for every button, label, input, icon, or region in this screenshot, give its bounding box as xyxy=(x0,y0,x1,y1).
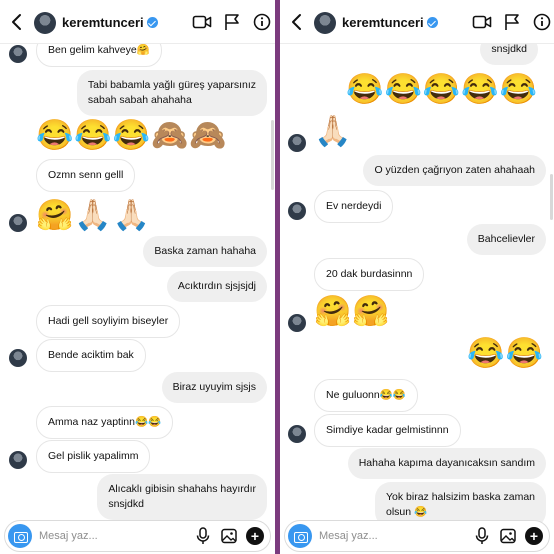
plus-icon[interactable]: + xyxy=(246,527,264,545)
message-sent[interactable]: Hahaha kapıma dayanıcaksın sandım xyxy=(347,448,546,479)
message-sent-emoji[interactable]: 😂😂😂🙈🙈 xyxy=(36,118,228,154)
emoji-text: 😂😂😂🙈🙈 xyxy=(36,119,228,152)
message-input[interactable]: Mesaj yaz... xyxy=(39,530,98,542)
message-text: Baska zaman hahaha xyxy=(143,236,267,267)
message-received[interactable]: Hadi gell soyliyim biseyler xyxy=(36,305,181,338)
message-text: Alıcaklı gibisin shahahs hayırdır snsjdk… xyxy=(97,474,267,520)
emoji-text: 🙏🏻 xyxy=(314,115,353,148)
message-received[interactable]: Bende aciktim bak xyxy=(36,339,146,372)
chat-panel-left: keremtunceri Ben gelim kahveye🤗 Tabi bab… xyxy=(0,0,275,554)
message-list[interactable]: Ben gelim kahveye🤗 Tabi babamla yağlı gü… xyxy=(0,34,275,520)
chat-header: keremtunceri xyxy=(0,0,275,44)
composer-actions: + xyxy=(186,526,264,546)
camera-icon[interactable] xyxy=(8,524,32,548)
chevron-left-icon[interactable] xyxy=(290,12,304,32)
emoji-text: 🤗🤗 xyxy=(314,295,391,328)
message-text: Ne guluonn😂😂 xyxy=(314,379,418,412)
username-text: keremtunceri xyxy=(342,15,424,30)
composer-actions: + xyxy=(465,526,543,546)
header-actions xyxy=(182,13,272,31)
flag-icon[interactable] xyxy=(502,13,522,31)
sender-avatar xyxy=(9,214,27,232)
message-text: Hahaha kapıma dayanıcaksın sandım xyxy=(347,448,546,479)
message-text: Ozmn senn gelll xyxy=(36,159,136,192)
microphone-icon[interactable] xyxy=(194,526,212,546)
sender-avatar xyxy=(288,425,306,443)
message-sent[interactable]: O yüzden çağrıyon zaten ahahaah xyxy=(363,155,546,186)
sender-avatar xyxy=(288,202,306,220)
sender-avatar xyxy=(9,349,27,367)
message-text: Gel pislik yapalimm xyxy=(36,440,151,473)
chevron-left-icon[interactable] xyxy=(10,12,24,32)
sender-avatar xyxy=(9,451,27,469)
chat-panel-right: keremtunceri snsjdkd 😂😂😂😂😂 🙏🏻 O yüzden ç… xyxy=(280,0,554,554)
message-received[interactable]: Gel pislik yapalimm xyxy=(36,440,151,473)
camera-icon[interactable] xyxy=(288,524,312,548)
avatar[interactable] xyxy=(34,12,56,34)
emoji-text: 😂😂 xyxy=(467,337,544,370)
message-text: Bahcelievler xyxy=(466,224,546,255)
message-sent-emoji[interactable]: 😂😂 xyxy=(467,336,544,372)
scrollbar[interactable] xyxy=(550,174,553,220)
message-text: Biraz uyuyim sjsjs xyxy=(161,372,267,403)
verified-badge-icon xyxy=(426,17,438,28)
username[interactable]: keremtunceri xyxy=(342,15,438,30)
message-text: Hadi gell soyliyim biseyler xyxy=(36,305,181,338)
flag-icon[interactable] xyxy=(222,13,242,31)
message-received[interactable]: Simdiye kadar gelmistinnn xyxy=(314,414,461,447)
message-received[interactable]: Ozmn senn gelll xyxy=(36,159,136,192)
message-sent[interactable]: Baska zaman hahaha xyxy=(143,236,267,267)
message-sent-emoji[interactable]: 😂😂😂😂😂 xyxy=(346,72,538,108)
message-text: Amma naz yaptinn😂😂 xyxy=(36,406,174,439)
verified-badge-icon xyxy=(146,17,158,28)
message-received[interactable]: Ne guluonn😂😂 xyxy=(314,379,418,412)
message-text: Ev nerdeydi xyxy=(314,190,394,223)
chat-header: keremtunceri xyxy=(280,0,554,44)
message-composer: Mesaj yaz... + xyxy=(284,520,550,552)
message-sent[interactable]: Biraz uyuyim sjsjs xyxy=(161,372,267,403)
message-sent[interactable]: Tabi babamla yağlı güreş yaparsınız saba… xyxy=(76,70,267,116)
message-sent[interactable]: Alıcaklı gibisin shahahs hayırdır snsjdk… xyxy=(97,474,267,520)
message-received[interactable]: Amma naz yaptinn😂😂 xyxy=(36,406,174,439)
video-camera-icon[interactable] xyxy=(192,13,212,31)
sender-avatar xyxy=(9,45,27,63)
plus-icon[interactable]: + xyxy=(525,527,543,545)
message-text: Tabi babamla yağlı güreş yaparsınız saba… xyxy=(76,70,267,116)
message-received[interactable]: Ev nerdeydi xyxy=(314,190,394,223)
message-received-emoji[interactable]: 🤗🙏🏻🙏🏻 xyxy=(36,198,151,234)
message-received-emoji[interactable]: 🙏🏻 xyxy=(314,114,352,150)
emoji-text: 🤗🙏🏻🙏🏻 xyxy=(36,199,152,232)
emoji-text: 😂😂😂😂😂 xyxy=(346,73,538,106)
message-list[interactable]: snsjdkd 😂😂😂😂😂 🙏🏻 O yüzden çağrıyon zaten… xyxy=(280,34,554,528)
image-icon[interactable] xyxy=(220,526,238,546)
info-icon[interactable] xyxy=(532,13,552,31)
message-sent[interactable]: Bahcelievler xyxy=(466,224,546,255)
message-text: Acıktırdın sjsjsjdj xyxy=(166,271,267,302)
microphone-icon[interactable] xyxy=(473,526,491,546)
message-text: Bende aciktim bak xyxy=(36,339,146,372)
message-received[interactable]: 20 dak burdasinnn xyxy=(314,258,425,291)
message-input[interactable]: Mesaj yaz... xyxy=(319,530,378,542)
avatar[interactable] xyxy=(314,12,336,34)
message-sent[interactable]: Acıktırdın sjsjsjdj xyxy=(166,271,267,302)
message-composer: Mesaj yaz... + xyxy=(4,520,271,552)
sender-avatar xyxy=(288,134,306,152)
video-camera-icon[interactable] xyxy=(472,13,492,31)
message-text: O yüzden çağrıyon zaten ahahaah xyxy=(363,155,546,186)
header-actions xyxy=(462,13,552,31)
message-received-emoji[interactable]: 🤗🤗 xyxy=(314,294,391,330)
username[interactable]: keremtunceri xyxy=(62,15,158,30)
info-icon[interactable] xyxy=(252,13,272,31)
image-icon[interactable] xyxy=(499,526,517,546)
message-text: Simdiye kadar gelmistinnn xyxy=(314,414,461,447)
username-text: keremtunceri xyxy=(62,15,144,30)
message-text: 20 dak burdasinnn xyxy=(314,258,425,291)
sender-avatar xyxy=(288,314,306,332)
scrollbar[interactable] xyxy=(271,120,274,190)
